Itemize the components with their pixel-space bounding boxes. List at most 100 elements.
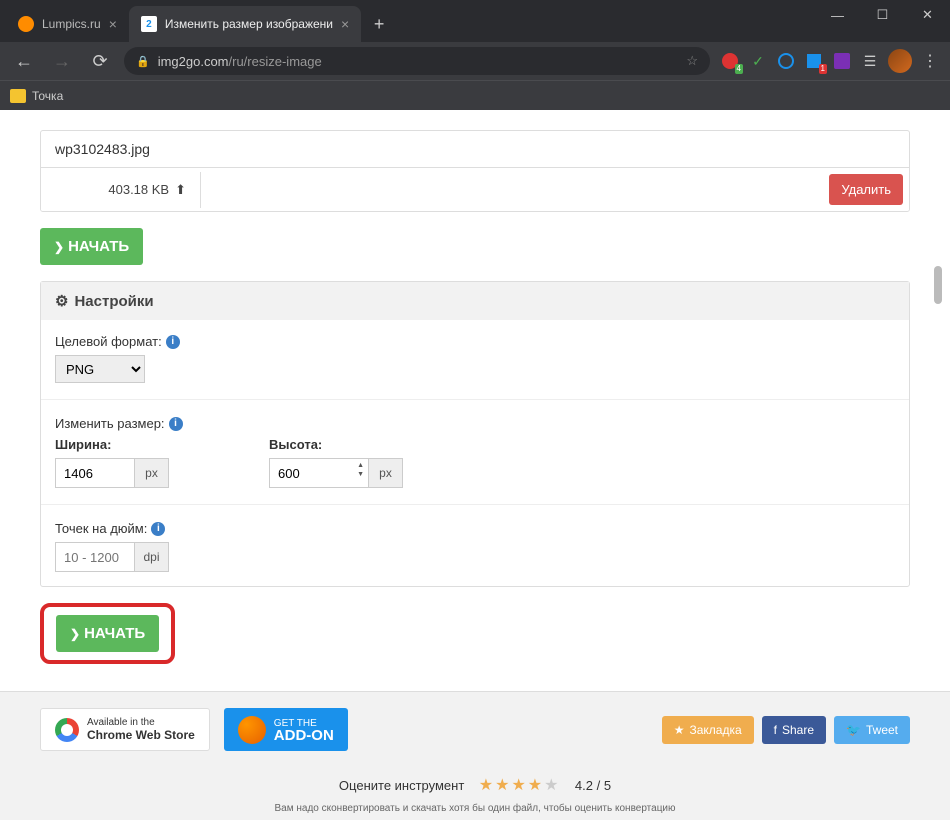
- tweet-button[interactable]: 🐦 Tweet: [834, 716, 910, 744]
- info-icon[interactable]: i: [166, 335, 180, 349]
- close-window-button[interactable]: ✕: [905, 0, 950, 30]
- chevron-right-icon: ❯: [54, 240, 64, 254]
- label-text: Изменить размер:: [55, 416, 165, 431]
- resize-label: Изменить размер: i: [55, 416, 895, 431]
- gear-icon: ⚙: [55, 292, 68, 310]
- settings-heading: ⚙ Настройки: [41, 282, 909, 320]
- chrome-icon: [55, 718, 79, 742]
- rating-row: Оцените инструмент ★★★★★ 4.2 / 5: [0, 767, 950, 803]
- dpi-label: Точек на дюйм: i: [55, 521, 895, 536]
- addon-line2: ADD-ON: [274, 730, 334, 742]
- star-icon[interactable]: ☆: [686, 53, 698, 69]
- window-titlebar: Lumpics.ru × 2 Изменить размер изображен…: [0, 0, 950, 42]
- tab-lumpics[interactable]: Lumpics.ru ×: [6, 6, 129, 42]
- height-label: Высота:: [269, 437, 403, 452]
- url-host: img2go.com: [158, 54, 229, 69]
- file-name: wp3102483.jpg: [41, 131, 909, 167]
- new-tab-button[interactable]: +: [365, 10, 393, 38]
- info-icon[interactable]: i: [151, 522, 165, 536]
- unit-dpi: dpi: [135, 542, 169, 572]
- extension-icon[interactable]: 4: [720, 51, 740, 71]
- facebook-icon: f: [774, 723, 777, 737]
- delete-button[interactable]: Удалить: [829, 174, 903, 205]
- upload-icon: ⬆: [175, 182, 186, 198]
- label-text: Целевой формат:: [55, 334, 162, 349]
- bookmark-item[interactable]: Точка: [32, 89, 63, 103]
- share-button[interactable]: f Share: [762, 716, 826, 744]
- menu-button[interactable]: ⋮: [920, 51, 940, 71]
- extension-icon[interactable]: [776, 51, 796, 71]
- reading-list-icon[interactable]: ☰: [860, 51, 880, 71]
- unit-px: px: [369, 458, 403, 488]
- file-card: wp3102483.jpg 403.18 KB ⬆ Удалить: [40, 130, 910, 212]
- file-size-text: 403.18 KB: [108, 182, 169, 197]
- label-text: Точек на дюйм:: [55, 521, 147, 536]
- scrollbar-thumb[interactable]: [934, 266, 942, 304]
- rating-stars[interactable]: ★★★★★: [479, 777, 561, 794]
- maximize-button[interactable]: ☐: [860, 0, 905, 30]
- twitter-icon: 🐦: [846, 723, 861, 737]
- chrome-line2: Chrome Web Store: [87, 728, 195, 742]
- btn-label: Закладка: [689, 723, 741, 737]
- height-input[interactable]: 600 ▲▼: [269, 458, 369, 488]
- page-footer: Available in the Chrome Web Store GET TH…: [0, 691, 950, 820]
- info-icon[interactable]: i: [169, 417, 183, 431]
- btn-label: Tweet: [866, 723, 898, 737]
- address-bar[interactable]: 🔒 img2go.com/ru/resize-image ☆: [124, 47, 710, 75]
- extension-icon[interactable]: [832, 51, 852, 71]
- forward-button[interactable]: →: [48, 47, 76, 75]
- reload-button[interactable]: ⟳: [86, 47, 114, 75]
- file-size: 403.18 KB ⬆: [41, 172, 201, 208]
- firefox-addon-card[interactable]: GET THE ADD-ON: [224, 708, 348, 751]
- spinner-icon[interactable]: ▲▼: [357, 461, 364, 479]
- window-controls: — ☐ ✕: [815, 0, 950, 30]
- target-format-label: Целевой формат: i: [55, 334, 895, 349]
- star-icon: ★: [674, 723, 685, 737]
- chrome-line1: Available in the: [87, 717, 195, 728]
- btn-label: Share: [782, 723, 814, 737]
- tab-title: Изменить размер изображени: [165, 17, 333, 31]
- target-format-select[interactable]: PNG: [55, 355, 145, 383]
- width-label: Ширина:: [55, 437, 169, 452]
- extension-icons: 4 ✓ 1 ☰ ⋮: [720, 49, 940, 73]
- ext-badge: 1: [819, 64, 827, 74]
- minimize-button[interactable]: —: [815, 0, 860, 30]
- browser-tabs: Lumpics.ru × 2 Изменить размер изображен…: [6, 6, 393, 42]
- width-input[interactable]: [55, 458, 135, 488]
- start-label: НАЧАТЬ: [68, 238, 129, 255]
- chrome-store-card[interactable]: Available in the Chrome Web Store: [40, 708, 210, 751]
- ext-badge: 4: [735, 64, 743, 74]
- back-button[interactable]: ←: [10, 47, 38, 75]
- img2go-favicon: 2: [141, 16, 157, 32]
- bookmark-button[interactable]: ★ Закладка: [662, 716, 754, 744]
- lumpics-favicon: [18, 16, 34, 32]
- tab-title: Lumpics.ru: [42, 17, 101, 31]
- start-button-top[interactable]: ❯ НАЧАТЬ: [40, 228, 143, 265]
- lock-icon: 🔒: [136, 55, 150, 68]
- extension-icon[interactable]: 1: [804, 51, 824, 71]
- settings-panel: ⚙ Настройки Целевой формат: i PNG Измени…: [40, 281, 910, 587]
- file-info-row: 403.18 KB ⬆ Удалить: [41, 167, 909, 211]
- url-path: /ru/resize-image: [229, 54, 322, 69]
- rating-label: Оцените инструмент: [339, 778, 464, 793]
- rating-value: 4.2 / 5: [575, 778, 611, 793]
- close-icon[interactable]: ×: [341, 16, 349, 32]
- unit-px: px: [135, 458, 169, 488]
- dpi-input[interactable]: [55, 542, 135, 572]
- highlighted-start: ❯ НАЧАТЬ: [40, 603, 175, 664]
- folder-icon: [10, 89, 26, 103]
- extension-icon[interactable]: ✓: [748, 51, 768, 71]
- profile-avatar[interactable]: [888, 49, 912, 73]
- start-button-bottom[interactable]: ❯ НАЧАТЬ: [56, 615, 159, 652]
- start-label: НАЧАТЬ: [84, 625, 145, 642]
- firefox-icon: [238, 716, 266, 744]
- height-value: 600: [278, 466, 300, 481]
- rating-note: Вам надо сконвертировать и скачать хотя …: [0, 803, 950, 820]
- tab-img2go[interactable]: 2 Изменить размер изображени ×: [129, 6, 361, 42]
- page-content: wp3102483.jpg 403.18 KB ⬆ Удалить ❯ НАЧА…: [0, 110, 950, 820]
- bookmarks-bar: Точка: [0, 80, 950, 110]
- settings-title: Настройки: [74, 293, 153, 310]
- chevron-right-icon: ❯: [70, 627, 80, 641]
- close-icon[interactable]: ×: [109, 16, 117, 32]
- browser-toolbar: ← → ⟳ 🔒 img2go.com/ru/resize-image ☆ 4 ✓…: [0, 42, 950, 80]
